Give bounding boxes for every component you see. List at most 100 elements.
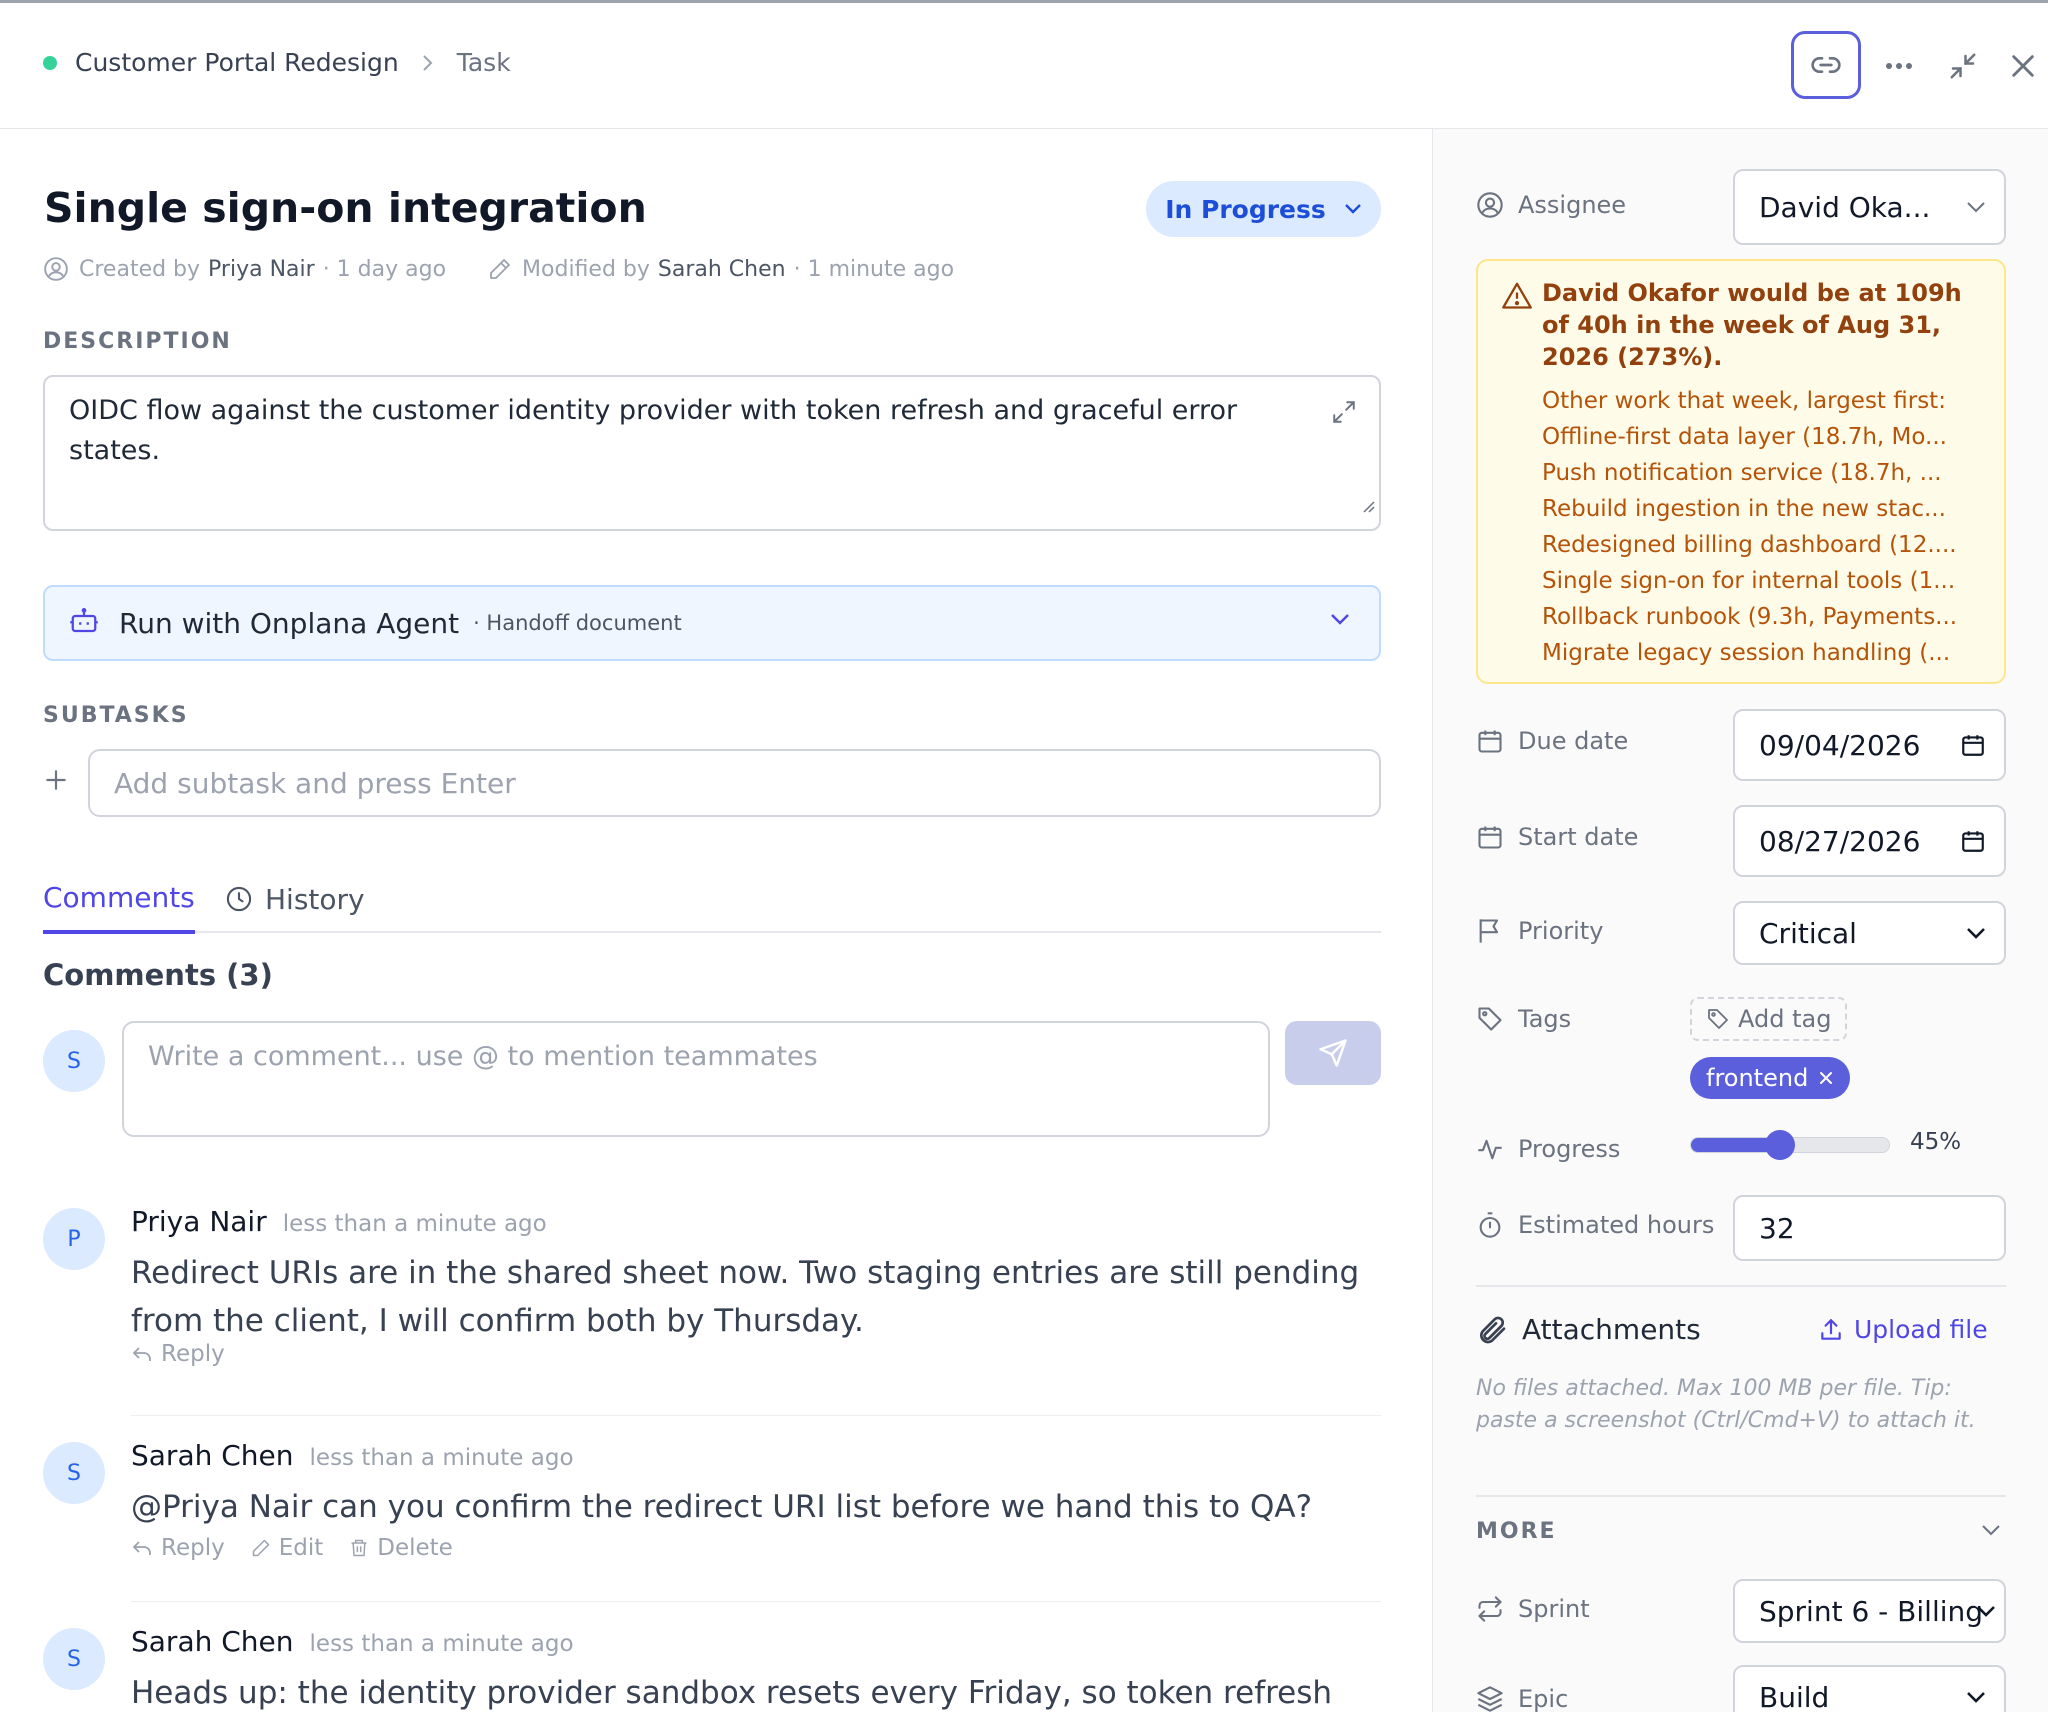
tab-history[interactable]: History xyxy=(225,869,365,933)
breadcrumb-project[interactable]: Customer Portal Redesign xyxy=(75,48,399,77)
delete-button[interactable]: Delete xyxy=(349,1535,453,1561)
add-tag-button[interactable]: Add tag xyxy=(1690,997,1848,1041)
epic-select[interactable]: Build xyxy=(1733,1665,2006,1712)
avatar: S xyxy=(43,1030,105,1092)
comment-author-row: Sarah Chen less than a minute ago xyxy=(131,1625,574,1658)
more-options-button[interactable] xyxy=(1864,31,1934,101)
remove-tag-icon[interactable] xyxy=(1818,1070,1834,1086)
comment-divider xyxy=(131,1415,1381,1416)
comment-time: less than a minute ago xyxy=(282,1211,547,1237)
priority-label-group: Priority xyxy=(1476,917,1603,945)
assignee-label-group: Assignee xyxy=(1476,191,1626,219)
close-button[interactable] xyxy=(1988,31,2048,101)
reply-icon xyxy=(132,1541,151,1555)
warning-heading: David Okafor would be at 109h of 40h in … xyxy=(1542,279,1962,371)
list-item: Migrate legacy session handling (... xyxy=(1542,640,1951,666)
start-date-label-group: Start date xyxy=(1476,823,1638,851)
assignee-label: Assignee xyxy=(1518,191,1627,219)
calendar-icon[interactable] xyxy=(1960,732,1986,758)
list-item: Rollback runbook (9.3h, Payments... xyxy=(1542,604,1958,630)
tab-history-label: History xyxy=(265,882,365,916)
status-label: In Progress xyxy=(1165,194,1326,224)
due-date-value: 09/04/2026 xyxy=(1759,728,1921,762)
due-date-label-group: Due date xyxy=(1476,727,1628,755)
tag-icon xyxy=(1478,1007,1502,1031)
send-comment-button[interactable] xyxy=(1285,1021,1381,1085)
progress-label-group: Progress xyxy=(1476,1135,1620,1163)
chevron-down-icon[interactable] xyxy=(1981,1521,2001,1540)
comment-author-row: Sarah Chen less than a minute ago xyxy=(131,1439,574,1472)
list-item: Rebuild ingestion in the new stac... xyxy=(1542,496,1946,522)
priority-select[interactable]: Critical xyxy=(1733,901,2006,965)
calendar-icon[interactable] xyxy=(1960,828,1986,854)
task-title[interactable]: Single sign-on integration xyxy=(44,184,647,232)
task-main: Single sign-on integration In Progress C… xyxy=(0,129,1432,1712)
avatar: S xyxy=(43,1628,105,1690)
start-date-input[interactable]: 08/27/2026 xyxy=(1733,805,2006,877)
priority-label: Priority xyxy=(1518,917,1604,945)
chevron-right-icon xyxy=(421,53,435,73)
tab-comments-label: Comments xyxy=(43,881,195,914)
assignee-select[interactable]: David Oka... xyxy=(1733,169,2006,245)
upload-file-button[interactable]: Upload file xyxy=(1818,1315,1988,1344)
estimated-hours-input[interactable]: 32 xyxy=(1733,1195,2006,1261)
layers-icon xyxy=(1477,1686,1503,1712)
tab-comments[interactable]: Comments xyxy=(43,869,195,934)
plus-icon[interactable] xyxy=(43,767,69,797)
due-date-row: Due date 09/04/2026 xyxy=(1476,709,2006,781)
resize-handle-icon[interactable] xyxy=(1361,485,1375,525)
comment-time: less than a minute ago xyxy=(309,1445,574,1471)
status-dropdown[interactable]: In Progress xyxy=(1146,181,1381,237)
chevron-down-icon xyxy=(1976,1605,1996,1617)
epic-label-group: Epic xyxy=(1476,1685,1568,1712)
start-date-value: 08/27/2026 xyxy=(1759,824,1921,858)
more-section-toggle[interactable]: MORE xyxy=(1476,1519,1557,1544)
comments-heading: Comments (3) xyxy=(43,958,273,992)
expand-icon[interactable] xyxy=(1331,397,1357,437)
chevron-down-icon xyxy=(1966,201,1986,213)
comment-body: Heads up: the identity provider sandbox … xyxy=(131,1675,1333,1711)
created-by-label: Created by xyxy=(79,256,201,282)
add-subtask-row xyxy=(43,749,1381,817)
task-meta: Created by Priya Nair · 1 day ago Modifi… xyxy=(43,256,954,282)
chevron-down-icon xyxy=(1966,1691,1986,1703)
divider xyxy=(1476,1285,2006,1287)
comment-input[interactable] xyxy=(122,1021,1270,1137)
slider-handle[interactable] xyxy=(1765,1130,1796,1160)
description-field[interactable]: OIDC flow against the customer identity … xyxy=(43,375,1381,531)
estimated-hours-label: Estimated hours xyxy=(1518,1211,1715,1239)
add-tag-label: Add tag xyxy=(1738,1005,1832,1033)
list-item: Offline-first data layer (18.7h, Mo... xyxy=(1542,424,1947,450)
comment-actions: Reply xyxy=(131,1341,225,1367)
copy-link-button[interactable] xyxy=(1791,31,1861,99)
task-detail-panel: Customer Portal Redesign Task Single sig… xyxy=(0,0,2048,1712)
modified-by-label: Modified by xyxy=(522,256,650,282)
edit-button[interactable]: Edit xyxy=(251,1535,323,1561)
progress-value: 45% xyxy=(1910,1129,1962,1155)
upload-icon xyxy=(1821,1318,1841,1340)
sprint-row: Sprint Sprint 6 - Billing xyxy=(1476,1579,2006,1643)
close-icon xyxy=(2012,55,2034,77)
upload-file-label: Upload file xyxy=(1854,1315,1988,1344)
flag-icon xyxy=(1479,919,1499,943)
due-date-label: Due date xyxy=(1518,727,1629,755)
reply-button[interactable]: Reply xyxy=(131,1535,225,1561)
tag-icon xyxy=(1708,1009,1728,1029)
sprint-label: Sprint xyxy=(1518,1595,1590,1623)
priority-row: Priority Critical xyxy=(1476,901,2006,965)
sprint-select[interactable]: Sprint 6 - Billing xyxy=(1733,1579,2006,1643)
comment-author: Priya Nair xyxy=(131,1205,267,1238)
tags-label: Tags xyxy=(1518,1005,1572,1033)
reply-button[interactable]: Reply xyxy=(131,1341,225,1367)
run-agent-dropdown[interactable]: Run with Onplana Agent · Handoff documen… xyxy=(43,585,1381,661)
progress-slider[interactable] xyxy=(1690,1130,1890,1160)
comment-divider xyxy=(131,1601,1381,1602)
add-subtask-input[interactable] xyxy=(88,749,1381,817)
task-properties-sidebar: Assignee David Oka... David Okafor would… xyxy=(1432,129,2048,1712)
tags-label-group: Tags xyxy=(1476,1005,1571,1033)
divider xyxy=(1476,1495,2006,1497)
reply-icon xyxy=(132,1347,151,1361)
comment-item: S Sarah Chen less than a minute ago Heads… xyxy=(43,1625,1381,1712)
due-date-input[interactable]: 09/04/2026 xyxy=(1733,709,2006,781)
link-icon xyxy=(1811,56,1841,73)
